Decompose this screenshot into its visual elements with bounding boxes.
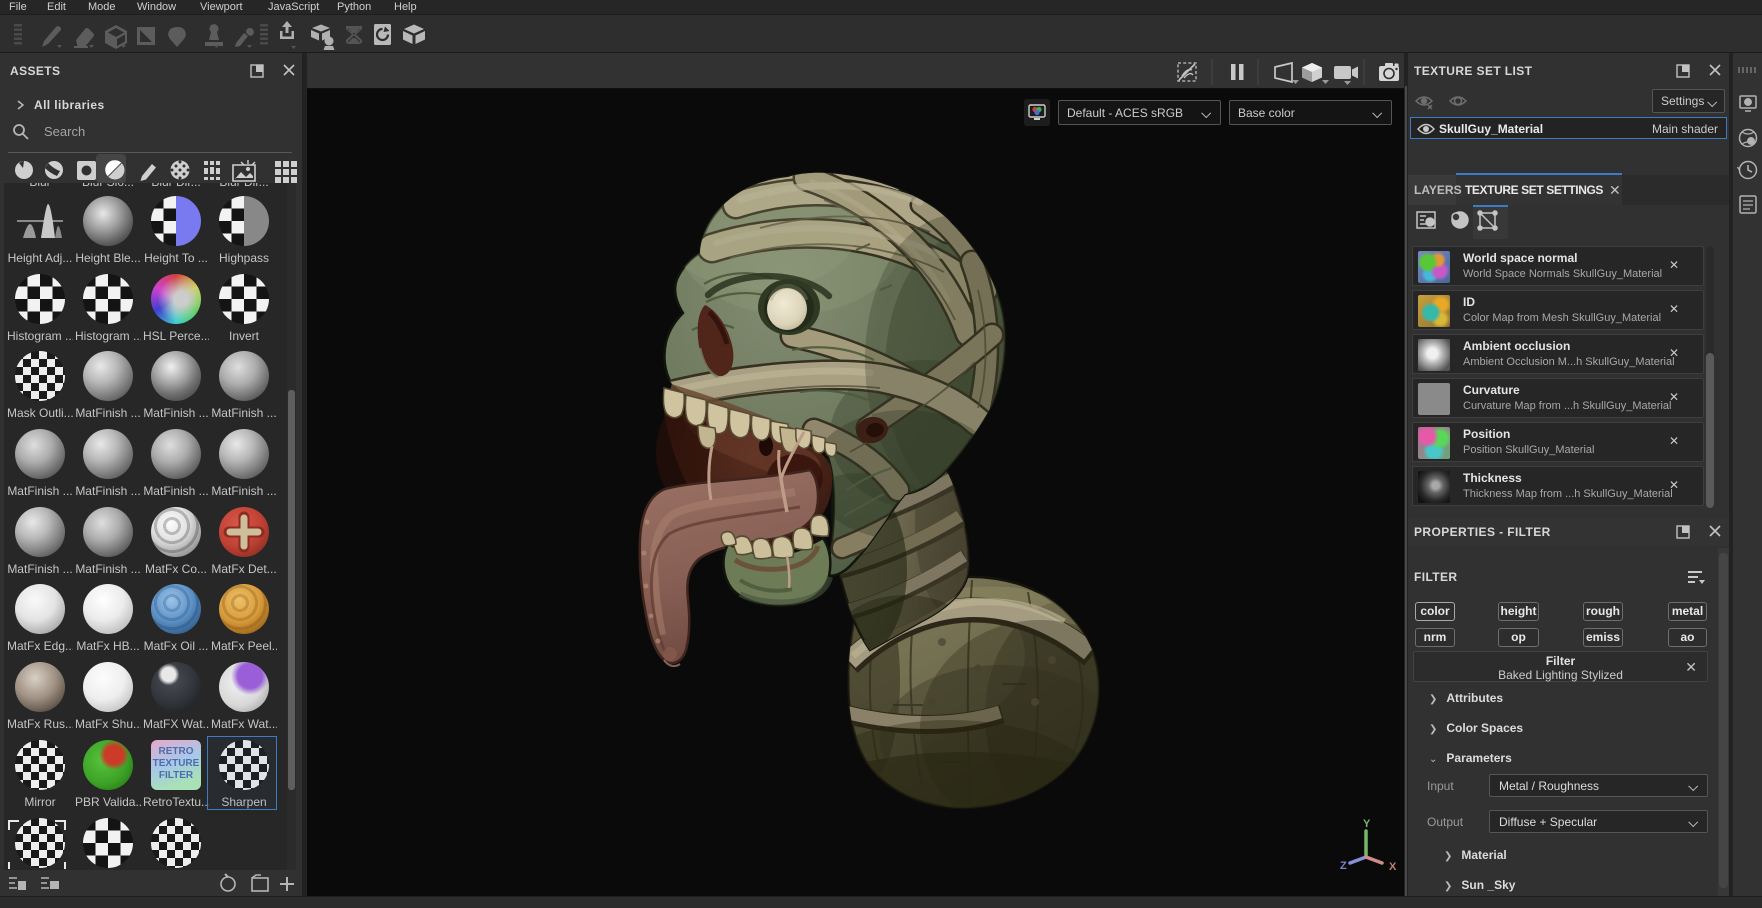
svg-text:Y: Y — [1363, 819, 1371, 830]
svg-text:Z: Z — [1340, 860, 1347, 872]
svg-text:X: X — [1389, 861, 1397, 873]
